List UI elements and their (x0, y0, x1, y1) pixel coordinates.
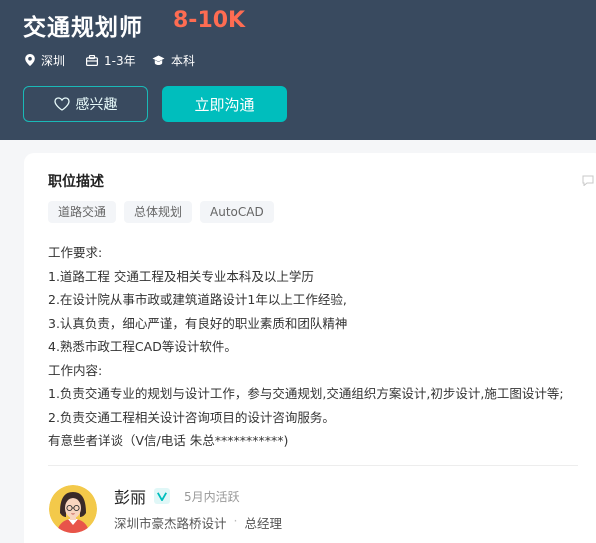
skill-tags: 道路交通 总体规划 AutoCAD (48, 201, 274, 223)
interest-button-label: 感兴趣 (75, 97, 118, 113)
recruiter-company[interactable]: 深圳市豪杰路桥设计 (114, 513, 227, 532)
job-detail-card: 职位描述 道路交通 总体规划 AutoCAD 工作要求: 1.道路工程 交通工程… (24, 153, 596, 543)
separator-dot: · (233, 513, 238, 528)
description-line: 工作要求: (48, 245, 103, 260)
job-header: 交通规划师 8-10K 深圳 1-3年 本科 感兴趣 立即沟通 (0, 0, 596, 140)
recruiter-active-status: 5月内活跃 (184, 490, 240, 504)
job-city-label: 深圳 (41, 53, 66, 68)
salary: 8-10K (173, 8, 246, 33)
interest-button[interactable]: 感兴趣 (23, 86, 148, 122)
description-line: 2.在设计院从事市政或建筑道路设计1年以上工作经验, (48, 292, 347, 307)
recruiter-company-line: 深圳市豪杰路桥设计 · 总经理 (114, 513, 282, 532)
recruiter-name: 彭丽 (114, 488, 147, 507)
description-line: 2.负责交通工程相关设计咨询项目的设计咨询服务。 (48, 409, 335, 425)
description-line: 4.熟悉市政工程CAD等设计软件。 (48, 339, 237, 354)
description-line: 3.认真负责，细心严谨，有良好的职业素质和团队精神 (48, 315, 348, 331)
chat-bubble-icon[interactable] (582, 175, 594, 186)
recruiter-position: 总经理 (244, 516, 283, 531)
description-line: 1.道路工程 交通工程及相关专业本科及以上学历 (48, 268, 314, 284)
job-description: 工作要求: 1.道路工程 交通工程及相关专业本科及以上学历 2.在设计院从事市政… (48, 241, 593, 453)
job-experience: 1-3年 (86, 51, 136, 69)
graduation-cap-icon (152, 55, 165, 65)
job-degree-label: 本科 (171, 53, 196, 68)
verified-v-icon (154, 488, 170, 504)
avatar[interactable] (49, 485, 97, 533)
section-title: 职位描述 (48, 174, 104, 190)
description-line: 工作内容: (48, 362, 103, 378)
divider (48, 465, 578, 466)
skill-tag: 道路交通 (48, 201, 117, 223)
description-line: 有意些者详谈（V信/电话 朱总***********) (48, 433, 289, 448)
skill-tag: 总体规划 (124, 201, 193, 223)
description-line: 1.负责交通专业的规划与设计工作，参与交通规划,交通组织方案设计,初步设计,施工… (48, 386, 564, 401)
chat-now-button[interactable]: 立即沟通 (162, 86, 287, 122)
job-title: 交通规划师 (23, 15, 143, 41)
job-city: 深圳 (25, 51, 65, 69)
briefcase-icon (86, 54, 98, 66)
job-degree: 本科 (152, 51, 195, 69)
job-experience-label: 1-3年 (104, 53, 136, 68)
heart-icon (53, 97, 70, 111)
location-pin-icon (25, 54, 35, 66)
skill-tag: AutoCAD (200, 201, 274, 223)
